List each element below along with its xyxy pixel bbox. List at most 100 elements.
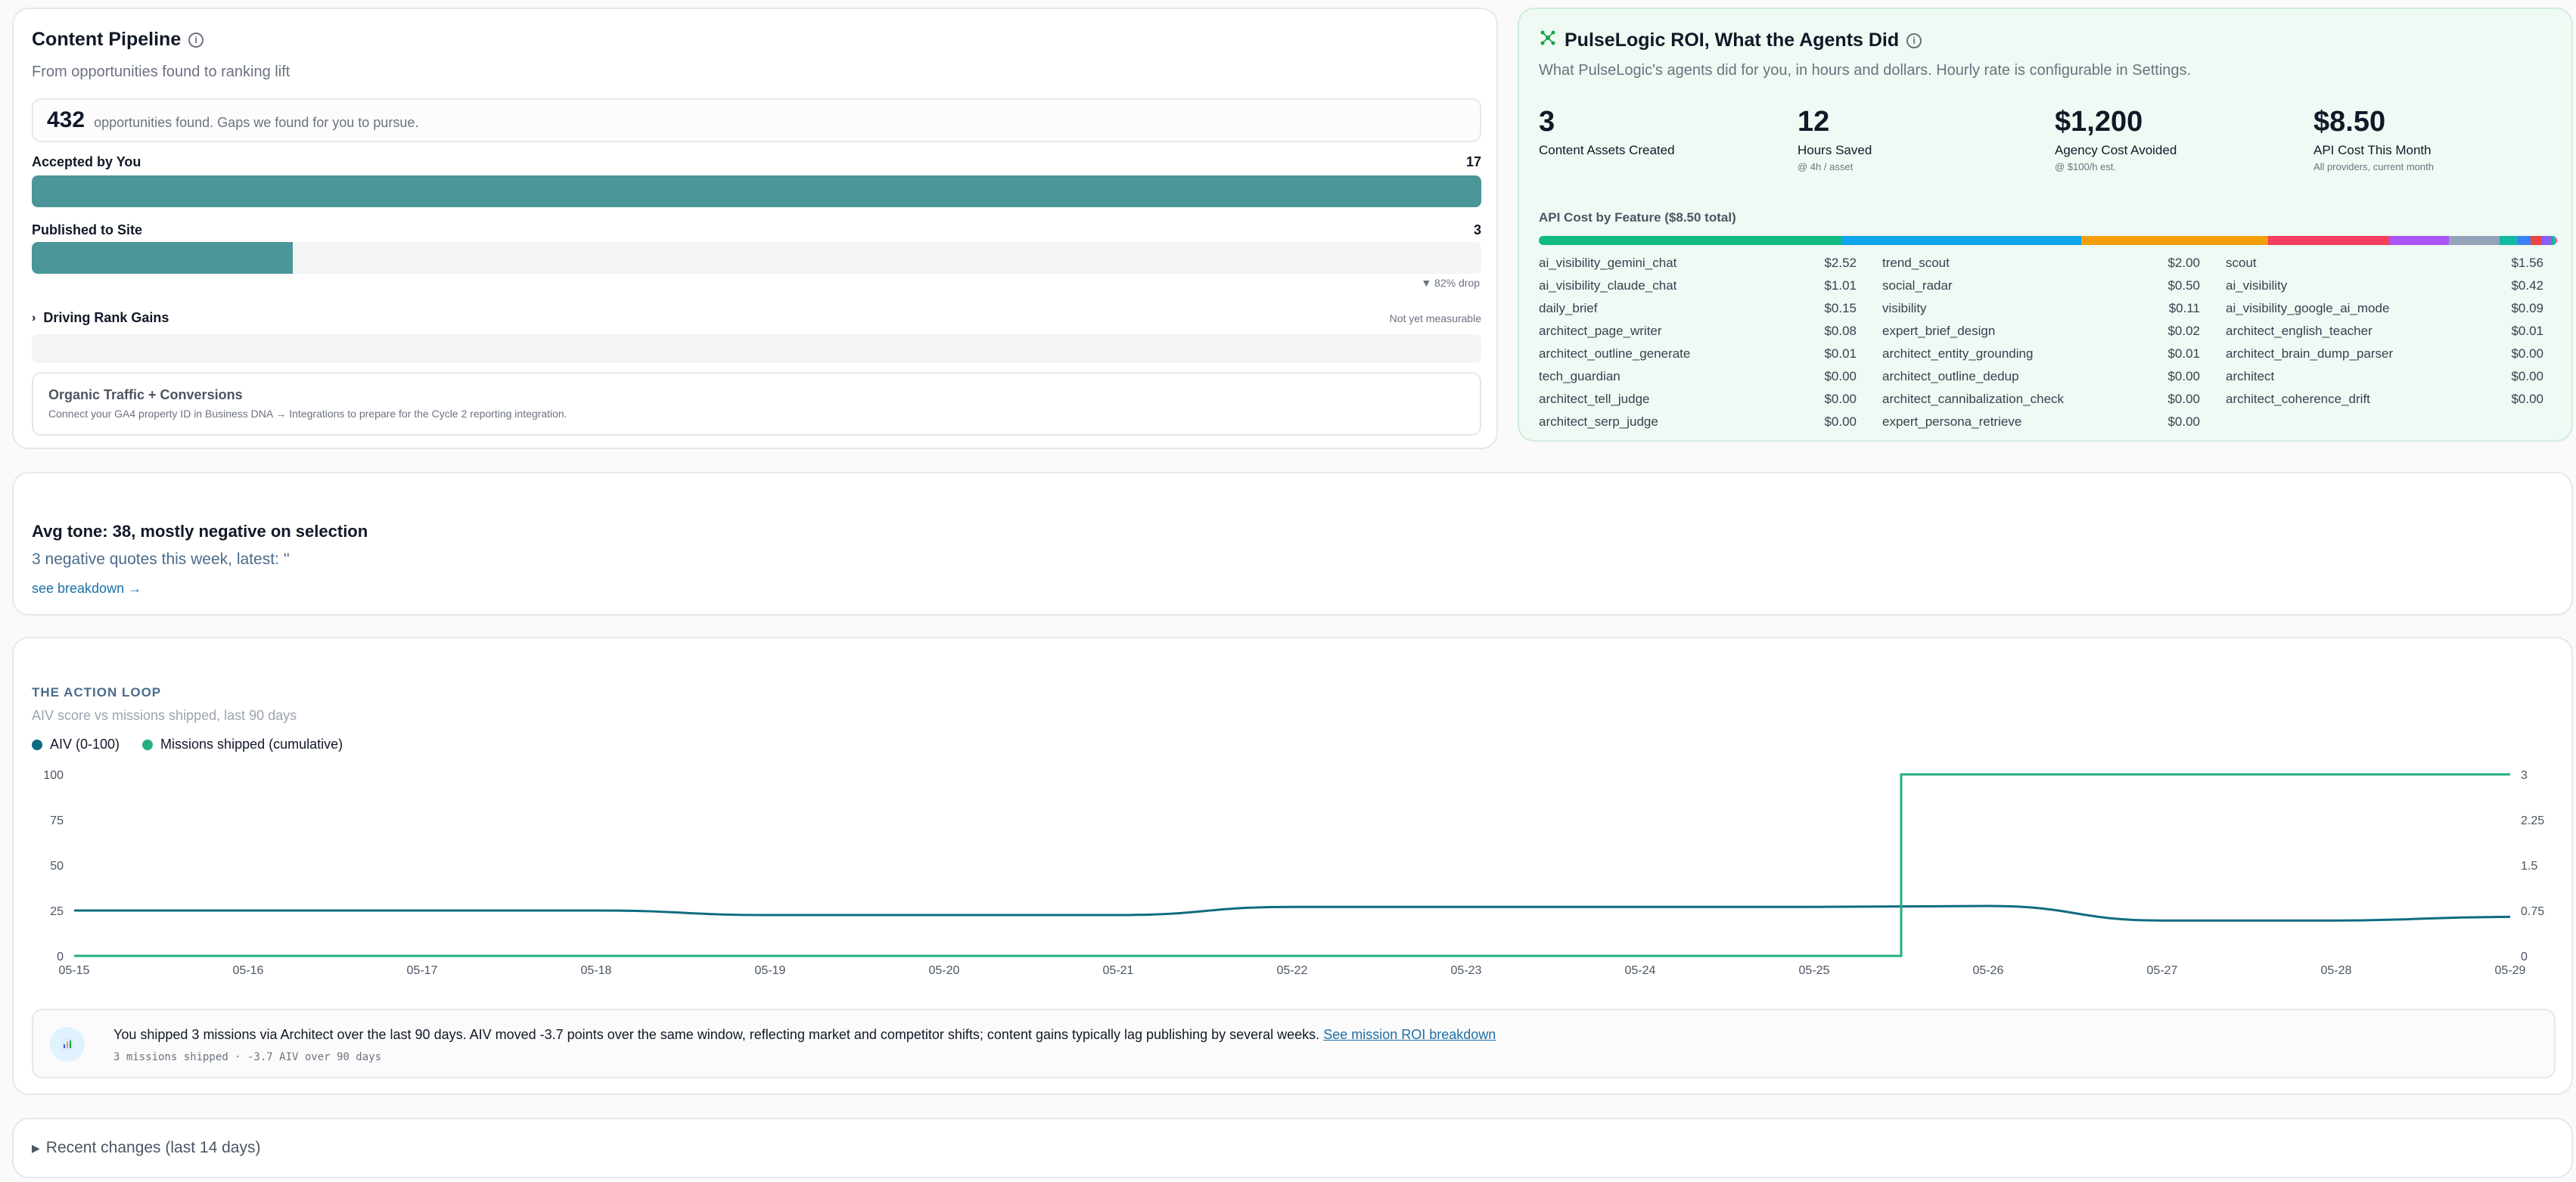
published-bar-fill [32,242,293,274]
feature-cost: $2.00 [2167,256,2200,270]
tone-subtitle: 3 negative quotes this week, latest: '' [32,551,290,568]
x-tick-label: 05-20 [929,964,960,977]
y-left-tick-label: 0 [57,951,64,963]
kpi-label: Agency Cost Avoided [2055,143,2177,157]
feature-cost: $1.01 [1824,278,1857,293]
drop-note: ▼ 82% drop [1421,277,1480,289]
feature-name: visibility [1882,301,1927,315]
api-cost-stacked-bar [1539,236,2557,245]
legend-item-aiv: AIV (0-100) [32,737,120,752]
feature-name: social_radar [1882,278,1953,293]
content-pipeline-card: Content Pipeline i From opportunities fo… [12,8,1498,449]
feature-cost: $0.00 [2167,369,2200,383]
feature-name: ai_visibility [2226,278,2288,293]
kpi-value: $1,200 [2055,106,2143,138]
feature-cost-row: expert_persona_retrieve $0.00 [1882,414,2200,430]
chevron-right-icon: › [32,311,36,324]
rank-gains-row[interactable]: › Driving Rank Gains Not yet measurable [32,310,1481,326]
kpi-sub: @ $100/h est. [2055,161,2117,172]
feature-cost: $0.00 [2511,346,2543,361]
roi-title: PulseLogic ROI, What the Agents Did [1565,29,1900,51]
loop-title: THE ACTION LOOP [32,685,162,700]
recent-changes-card[interactable]: ▶ Recent changes (last 14 days) [12,1118,2573,1178]
feature-cost: $0.15 [1824,301,1857,315]
rank-gains-bar [32,334,1481,363]
insight-mono: 3 missions shipped · -3.7 AIV over 90 da… [113,1051,382,1063]
recent-changes-label: Recent changes (last 14 days) [45,1139,261,1156]
accepted-bar [32,175,1481,207]
rank-gains-toggle[interactable]: › Driving Rank Gains [32,310,169,326]
triangle-right-icon: ▶ [32,1141,40,1154]
feature-cost-row: architect_outline_dedup $0.00 [1882,369,2200,384]
aiv-series-line [73,904,2511,922]
y-left-tick-label: 50 [50,860,64,873]
pipeline-title: Content Pipeline [32,29,182,50]
feature-cost: $0.00 [1824,392,1857,406]
opportunities-label: opportunities found. Gaps we found for y… [94,114,419,130]
y-left-tick-label: 100 [43,769,64,782]
feature-name: architect_entity_grounding [1882,346,2034,361]
feature-name: architect [2226,369,2275,383]
recent-changes-toggle[interactable]: ▶ Recent changes (last 14 days) [32,1139,260,1157]
feature-cost: $0.00 [1824,414,1857,429]
y-right-tick-label: 0.75 [2521,905,2544,918]
x-tick-label: 05-26 [1973,964,2004,977]
feature-cost: $0.01 [2167,346,2200,361]
x-tick-label: 05-19 [755,964,786,977]
stack-segment [2499,236,2518,245]
feature-name: architect_coherence_drift [2226,392,2370,406]
feature-name: architect_cannibalization_check [1882,392,2065,406]
kpi-label: Content Assets Created [1539,143,1675,157]
agents-icon [1539,29,1557,52]
feature-name: daily_brief [1539,301,1598,315]
feature-name: architect_english_teacher [2226,324,2372,338]
feature-cost: $0.11 [2168,301,2200,315]
roi-title-row: PulseLogic ROI, What the Agents Did i [1539,29,1922,52]
kpi-value: 12 [1798,106,1830,138]
accepted-bar-fill [32,175,1481,207]
feature-cost-row: social_radar $0.50 [1882,278,2200,293]
feature-cost: $0.00 [2511,392,2543,406]
feature-cost-row: architect_outline_generate $0.01 [1539,346,1857,361]
kpi-label: Hours Saved [1798,143,1872,157]
feature-cost-row: visibility $0.11 [1882,301,2200,316]
kpi-assets: 3 Content Assets Created [1539,106,1675,158]
opportunities-count: 432 [47,107,85,132]
accepted-count: 17 [1465,154,1481,169]
published-bar [32,242,1481,274]
info-icon[interactable]: i [1906,33,1922,48]
stack-segment [1539,236,1841,245]
y-left-tick-label: 75 [50,814,64,827]
kpi-api-cost: $8.50 API Cost This Month All providers,… [2313,106,2434,172]
kpi-value: $8.50 [2313,106,2386,138]
y-right-tick-label: 2.25 [2521,814,2544,827]
x-tick-label: 05-29 [2495,964,2526,977]
feature-cost: $0.09 [2511,301,2543,315]
feature-name: expert_persona_retrieve [1882,414,2022,429]
accepted-label: Accepted by You [32,154,141,169]
x-tick-label: 05-16 [233,964,264,977]
feature-cost: $0.01 [1824,346,1857,361]
see-breakdown-link[interactable]: see breakdown → [32,581,141,597]
mission-roi-link[interactable]: See mission ROI breakdown [1323,1027,1496,1042]
published-row: Published to Site 3 [32,222,1481,238]
feature-cost-row: architect_cannibalization_check $0.00 [1882,392,2200,407]
feature-name: architect_outline_dedup [1882,369,2019,383]
x-tick-label: 05-18 [581,964,612,977]
feature-cost: $1.56 [2511,256,2543,270]
feature-cost-row: ai_visibility_claude_chat $1.01 [1539,278,1857,293]
chart-legend: AIV (0-100) Missions shipped (cumulative… [32,737,343,752]
roi-subtitle: What PulseLogic's agents did for you, in… [1539,62,2192,79]
x-tick-label: 05-15 [59,964,90,977]
kpi-hours: 12 Hours Saved @ 4h / asset [1798,106,1872,172]
info-icon[interactable]: i [188,32,204,48]
feature-name: architect_brain_dump_parser [2226,346,2394,361]
stack-segment [2389,236,2450,245]
stack-segment [1841,236,2081,245]
feature-cost-row: ai_visibility_gemini_chat $2.52 [1539,256,1857,271]
feature-cost: $0.50 [2167,278,2200,293]
feature-cost-row: architect_tell_judge $0.00 [1539,392,1857,407]
legend-dot [32,739,42,750]
insight-text: You shipped 3 missions via Architect ove… [113,1027,1496,1043]
legend-dot [142,739,154,750]
